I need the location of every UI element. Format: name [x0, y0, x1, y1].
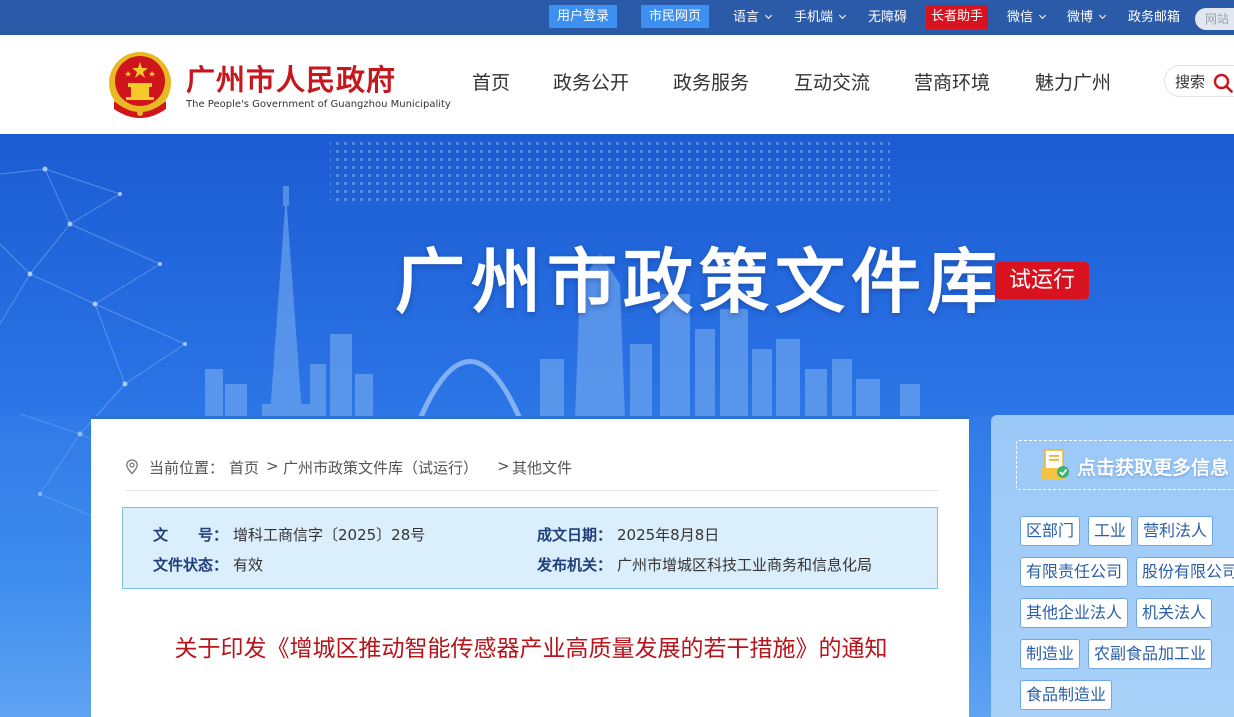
wechat-label: 微信 [1007, 10, 1034, 25]
site-title[interactable]: 广州市人民政府 [186, 57, 396, 99]
issue-date-label: 成文日期： [537, 526, 613, 544]
nav-gov-affairs-open[interactable]: 政务公开 [553, 68, 629, 95]
chevron-down-icon [764, 11, 773, 20]
elder-assistant-button[interactable]: 长者助手 [926, 5, 989, 29]
nav-interaction[interactable]: 互动交流 [794, 68, 870, 95]
tag-for-profit[interactable]: 营利法人 [1137, 516, 1214, 546]
breadcrumb-policy-library[interactable]: 广州市政策文件库（试运行） [283, 457, 478, 478]
tag-district-dept[interactable]: 区部门 [1020, 516, 1081, 546]
tag-joint-stock[interactable]: 股份有限公司 [1136, 557, 1234, 587]
location-pin-icon [126, 459, 138, 475]
nav-gov-services[interactable]: 政务服务 [673, 68, 749, 95]
breadcrumb-separator: > [266, 457, 279, 475]
info-sidebar: 点击获取更多信息 区部门 工业 营利法人 有限责任公司 股份有限公司 其他企业法… [991, 415, 1234, 717]
doc-status: 有效 [233, 556, 264, 574]
site-header: 广州市人民政府 The People's Government of Guang… [0, 35, 1234, 134]
nav-business-env[interactable]: 营商环境 [914, 68, 990, 95]
site-search-input[interactable]: 网站 [1195, 8, 1234, 30]
tag-food-manufacturing[interactable]: 食品制造业 [1020, 680, 1113, 710]
nav-home[interactable]: 首页 [472, 68, 510, 95]
mobile-menu[interactable]: 手机端 [794, 0, 847, 35]
search-icon[interactable] [1213, 73, 1233, 93]
citizen-page-button[interactable]: 市民网页 [641, 5, 710, 28]
tag-industry[interactable]: 工业 [1088, 516, 1133, 546]
tag-other-enterprise[interactable]: 其他企业法人 [1020, 598, 1129, 628]
doc-status-label: 文件状态： [153, 556, 229, 574]
nav-charm-guangzhou[interactable]: 魅力广州 [1035, 68, 1111, 95]
document-panel: 当前位置： 首页 > 广州市政策文件库（试运行） > 其他文件 文 号： 增科工… [91, 416, 969, 717]
breadcrumb: 当前位置： 首页 > 广州市政策文件库（试运行） > 其他文件 [125, 457, 939, 491]
tag-manufacturing[interactable]: 制造业 [1020, 639, 1081, 669]
trial-run-badge: 试运行 [995, 262, 1089, 299]
document-title: 关于印发《增城区推动智能传感器产业高质量发展的若干措施》的通知 [174, 636, 888, 662]
chevron-down-icon [1038, 11, 1047, 20]
weibo-menu[interactable]: 微博 [1067, 0, 1107, 35]
breadcrumb-separator: > [497, 457, 510, 475]
doc-number-label: 文 号： [153, 526, 229, 544]
doc-number: 增科工商信字〔2025〕28号 [233, 526, 426, 544]
issuer: 广州市增城区科技工业商务和信息化局 [617, 556, 873, 574]
language-label: 语言 [733, 10, 760, 25]
language-menu[interactable]: 语言 [733, 0, 773, 35]
top-utility-bar: 用户登录 市民网页 语言 手机端 无障碍 长者助手 微信 微博 政务邮箱 网站 [0, 0, 1234, 35]
document-metadata: 文 号： 增科工商信字〔2025〕28号 成文日期： 2025年8月8日 文件状… [122, 507, 938, 589]
wechat-menu[interactable]: 微信 [1007, 0, 1047, 35]
tag-agri-food-processing[interactable]: 农副食品加工业 [1088, 639, 1213, 669]
weibo-label: 微博 [1067, 10, 1094, 25]
mobile-label: 手机端 [794, 10, 834, 25]
breadcrumb-home[interactable]: 首页 [229, 457, 259, 478]
header-search[interactable]: 搜索 [1164, 65, 1234, 97]
user-login-button[interactable]: 用户登录 [549, 5, 618, 28]
more-info-heading: 点击获取更多信息 [1077, 457, 1230, 479]
chevron-down-icon [838, 11, 847, 20]
breadcrumb-other-docs[interactable]: 其他文件 [512, 457, 572, 478]
gov-email-link[interactable]: 政务邮箱 [1128, 0, 1180, 35]
issue-date: 2025年8月8日 [617, 526, 720, 544]
site-subtitle: The People's Government of Guangzhou Mun… [186, 99, 451, 110]
more-info-button[interactable]: 点击获取更多信息 [1016, 440, 1234, 490]
banner-title: 广州市政策文件库 [395, 240, 1003, 323]
accessibility-link[interactable]: 无障碍 [868, 0, 907, 35]
document-check-icon [1042, 449, 1069, 480]
tag-government-agency[interactable]: 机关法人 [1136, 598, 1213, 628]
national-emblem-icon[interactable] [106, 49, 174, 121]
search-label: 搜索 [1175, 73, 1206, 91]
breadcrumb-prefix: 当前位置： [149, 459, 225, 477]
issuer-label: 发布机关： [537, 556, 613, 574]
tag-llc[interactable]: 有限责任公司 [1020, 557, 1129, 587]
chevron-down-icon [1098, 11, 1107, 20]
